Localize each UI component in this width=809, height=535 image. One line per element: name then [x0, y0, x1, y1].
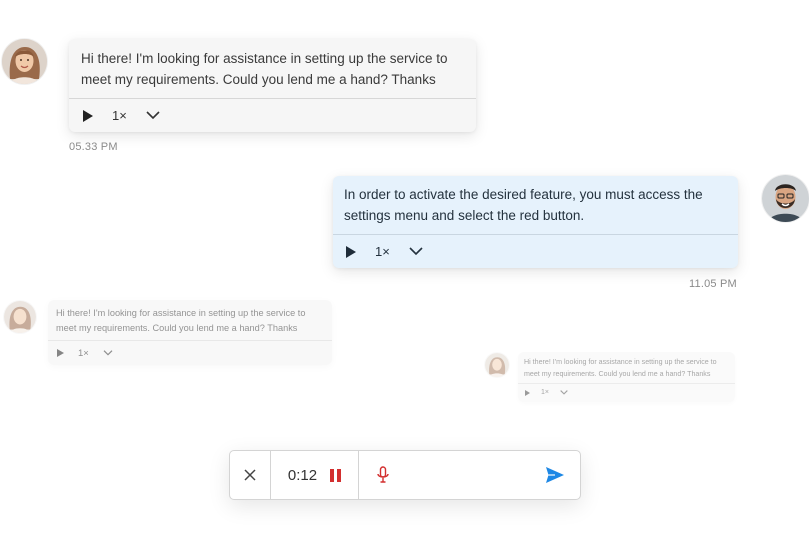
- chevron-down-icon[interactable]: [146, 111, 160, 120]
- message-timestamp: 11.05 PM: [689, 278, 737, 290]
- incoming-message: Hi there! I'm looking for assistance in …: [69, 39, 476, 132]
- speed-toggle[interactable]: 1×: [541, 389, 549, 396]
- incoming-message: Hi there! I'm looking for assistance in …: [48, 300, 332, 365]
- microphone-icon: [377, 466, 389, 483]
- sender-avatar: [4, 301, 36, 333]
- message-timestamp: 05.33 PM: [69, 141, 118, 153]
- send-icon: [546, 467, 564, 483]
- speed-toggle[interactable]: 1×: [78, 348, 89, 359]
- chevron-down-icon[interactable]: [560, 390, 568, 395]
- outgoing-message: In order to activate the desired feature…: [333, 176, 738, 268]
- speed-toggle[interactable]: 1×: [375, 244, 390, 259]
- pause-icon[interactable]: [330, 468, 342, 482]
- chevron-down-icon[interactable]: [103, 350, 113, 356]
- play-icon[interactable]: [346, 245, 356, 258]
- woman-avatar-icon: [485, 353, 509, 377]
- chevron-down-icon[interactable]: [409, 247, 423, 256]
- message-text: Hi there! I'm looking for assistance in …: [56, 308, 306, 333]
- message-text: Hi there! I'm looking for assistance in …: [81, 51, 448, 87]
- woman-avatar-icon: [2, 39, 47, 84]
- recording-timer-group: 0:12: [271, 451, 358, 499]
- audio-controls: 1×: [333, 235, 738, 268]
- recipient-avatar: [762, 175, 809, 222]
- microphone-button[interactable]: [359, 451, 407, 499]
- send-button[interactable]: [530, 451, 580, 499]
- woman-avatar-icon: [4, 301, 36, 333]
- recording-timer: 0:12: [287, 466, 318, 484]
- message-text: Hi there! I'm looking for assistance in …: [524, 358, 717, 378]
- audio-controls: 1×: [518, 383, 735, 402]
- play-icon[interactable]: [83, 109, 93, 122]
- cancel-recording-button[interactable]: [230, 451, 270, 499]
- audio-controls: 1×: [69, 99, 476, 132]
- close-icon: [244, 469, 256, 481]
- message-text: In order to activate the desired feature…: [344, 187, 703, 223]
- sender-avatar: [485, 353, 509, 377]
- man-avatar-icon: [762, 175, 809, 222]
- audio-controls: 1×: [48, 341, 332, 365]
- incoming-message: Hi there! I'm looking for assistance in …: [518, 352, 735, 402]
- play-icon[interactable]: [525, 389, 530, 396]
- speed-toggle[interactable]: 1×: [112, 108, 127, 123]
- play-icon[interactable]: [57, 349, 64, 357]
- voice-recorder-bar: 0:12: [229, 450, 581, 500]
- sender-avatar: [2, 39, 47, 84]
